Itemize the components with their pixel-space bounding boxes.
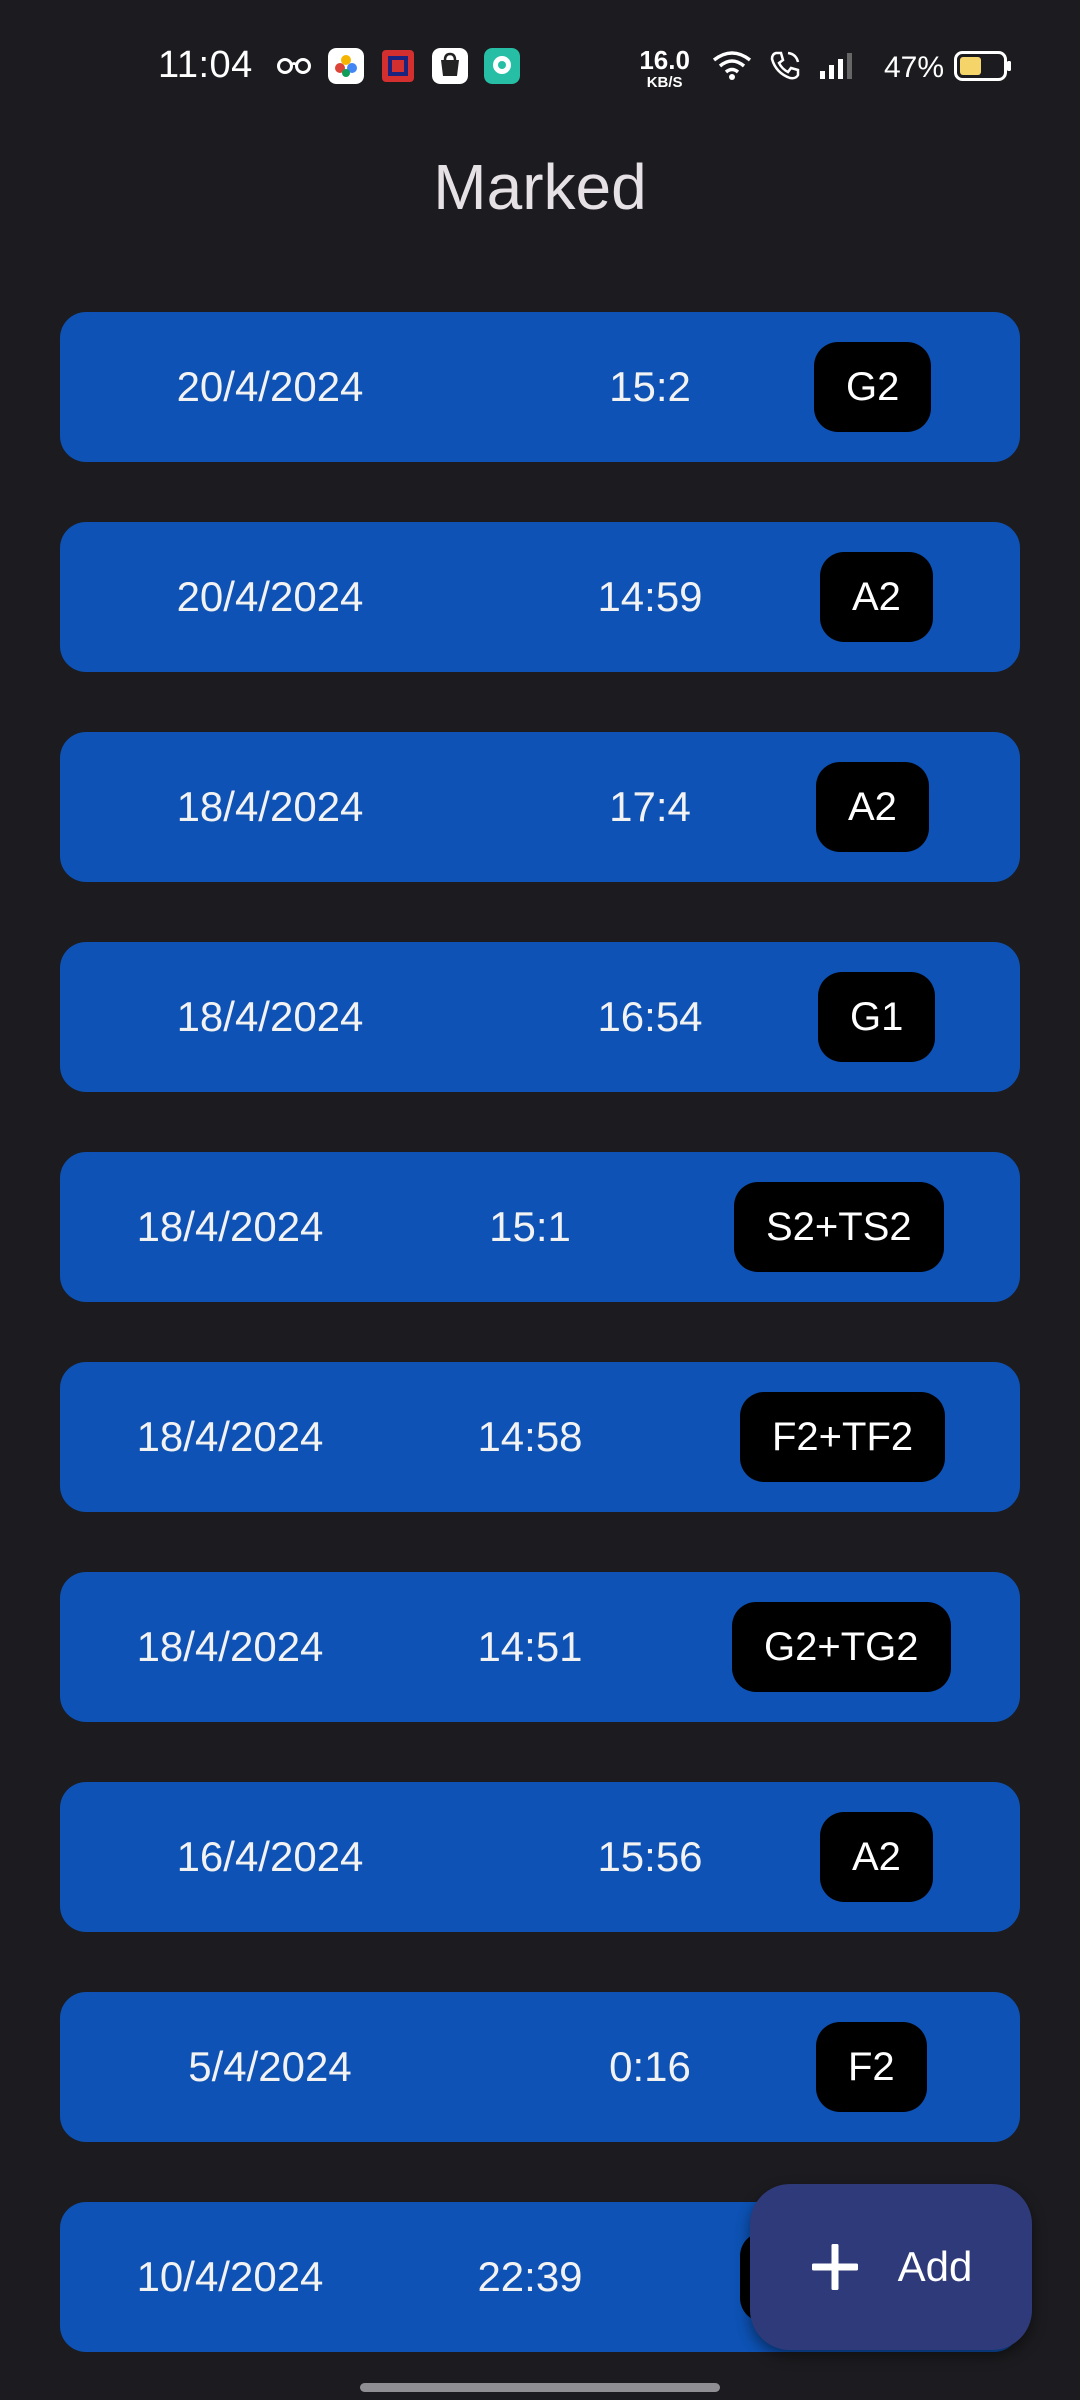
list-item[interactable]: 18/4/2024 14:51 G2+TG2 [60,1572,1020,1722]
wifi-icon [712,50,752,87]
entry-time: 17:4 [609,783,691,830]
entry-date: 18/4/2024 [176,993,364,1040]
status-time: 11:04 [158,44,253,86]
entry-tag-badge: G2+TG2 [732,1602,951,1692]
entry-time: 16:54 [597,993,703,1040]
status-bar: 11:04 16.0 KB/S 47% [0,0,1080,136]
entry-tag-badge: F2 [816,2022,927,2112]
entry-date: 10/4/2024 [136,2253,324,2300]
notification-icons [276,47,536,89]
entry-tag-badge: G2 [814,342,932,432]
entry-date: 16/4/2024 [176,1833,364,1880]
list-item[interactable]: 16/4/2024 15:56 A2 [60,1782,1020,1932]
battery-percent: 47% [883,51,944,84]
list-item[interactable]: 20/4/2024 15:2 G2 [60,312,1020,462]
shopping-app-icon [432,47,468,89]
entry-date: 18/4/2024 [176,783,364,830]
entry-tag-badge: A2 [820,1812,933,1902]
entry-tag-badge: G1 [818,972,936,1062]
entries-list: 20/4/2024 15:2 G2 20/4/2024 14:59 A2 18/… [60,312,1020,2400]
list-item[interactable]: 18/4/2024 16:54 G1 [60,942,1020,1092]
entry-time: 14:51 [477,1623,583,1670]
entry-date: 5/4/2024 [188,2043,352,2090]
entry-date: 20/4/2024 [176,573,364,620]
entry-time: 14:58 [477,1413,583,1460]
entry-time: 0:16 [609,2043,691,2090]
chat-app-icon [484,47,520,89]
entry-tag-badge: F2+TF2 [740,1392,946,1482]
add-button[interactable]: Add [750,2184,1032,2350]
plus-icon [811,2244,858,2290]
list-item[interactable]: 18/4/2024 15:1 S2+TS2 [60,1152,1020,1302]
call-icon [768,49,802,88]
entry-time: 15:1 [489,1203,571,1250]
entry-time: 15:2 [609,363,691,410]
entry-tag-badge: A2 [816,762,929,852]
entry-date: 18/4/2024 [136,1413,324,1460]
signal-icon [818,51,854,86]
page-title: Marked [433,151,647,223]
app-screen: 11:04 16.0 KB/S 47% Marked 20/4/2024 15:… [0,0,1080,2400]
add-button-label: Add [897,2243,973,2290]
system-status-icons: 16.0 KB/S 47% [639,44,1012,92]
entry-date: 20/4/2024 [176,363,364,410]
entry-time: 15:56 [597,1833,703,1880]
entry-time: 14:59 [597,573,703,620]
list-item[interactable]: 5/4/2024 0:16 F2 [60,1992,1020,2142]
list-item[interactable]: 18/4/2024 14:58 F2+TF2 [60,1362,1020,1512]
entry-date: 18/4/2024 [136,1623,324,1670]
network-speed: 16.0 KB/S [639,44,690,91]
list-item[interactable]: 20/4/2024 14:59 A2 [60,522,1020,672]
entry-tag-badge: S2+TS2 [734,1182,944,1272]
glasses-icon [276,56,312,81]
entry-date: 18/4/2024 [136,1203,324,1250]
battery-icon [954,50,1012,86]
entry-tag-badge: A2 [820,552,933,642]
photos-app-icon [328,47,364,89]
list-item[interactable]: 18/4/2024 17:4 A2 [60,732,1020,882]
scanner-app-icon [380,48,416,89]
gesture-nav-handle[interactable] [360,2383,720,2392]
entry-time: 22:39 [477,2253,583,2300]
